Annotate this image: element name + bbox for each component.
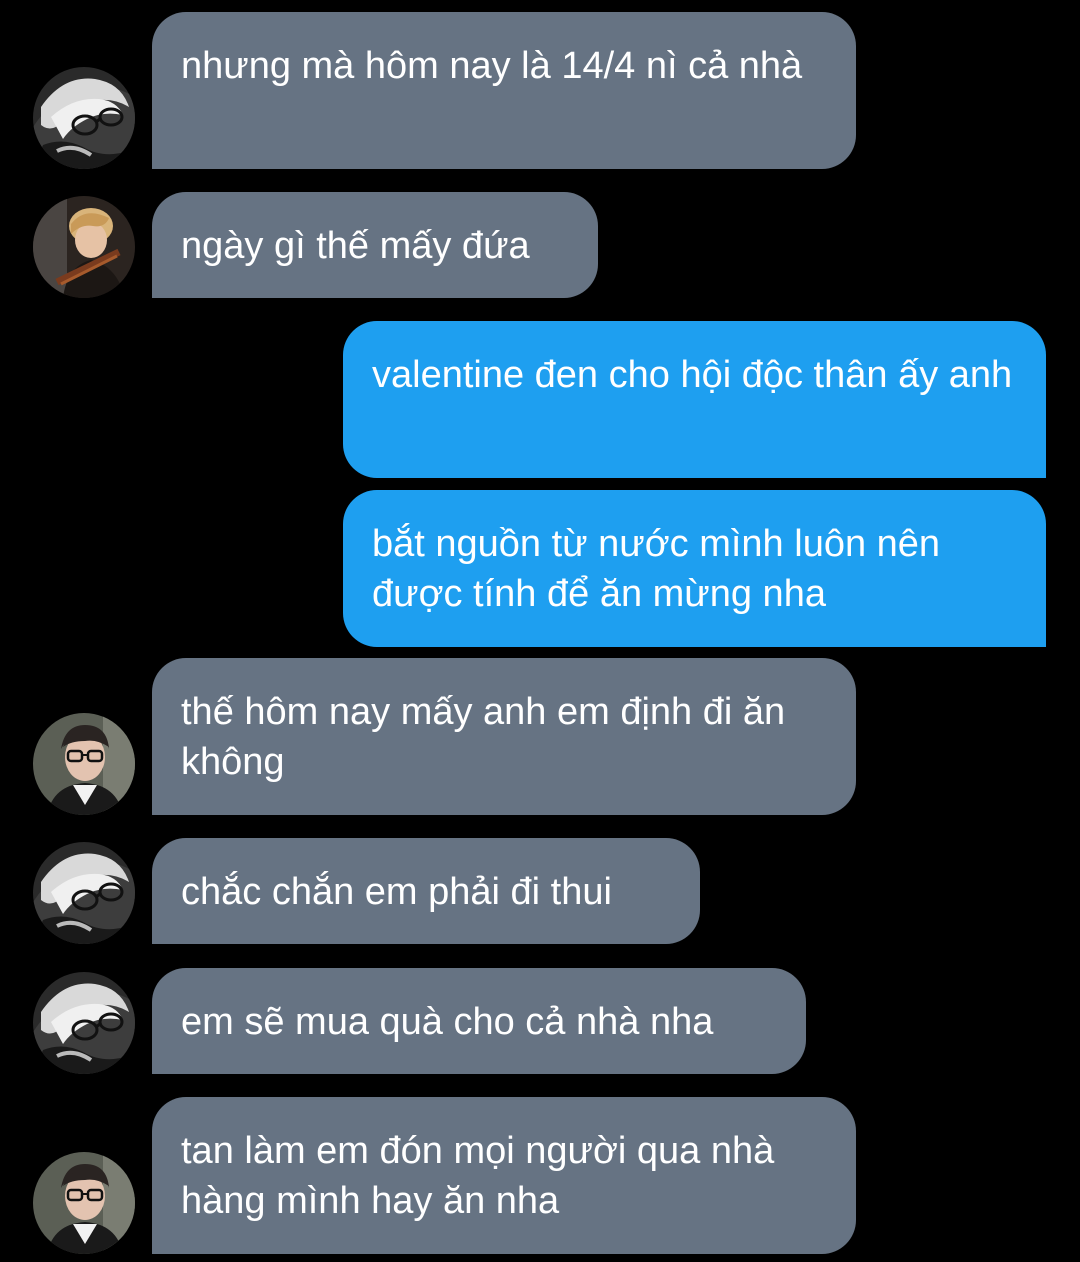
incoming-message-bubble[interactable]: nhưng mà hôm nay là 14/4 nì cả nhà [152,12,856,169]
incoming-message-bubble[interactable]: chắc chắn em phải đi thui [152,838,700,944]
person-bw-glasses-avatar[interactable] [33,842,135,944]
person-bw-glasses-avatar[interactable] [33,67,135,169]
outgoing-message-bubble[interactable]: bắt nguồn từ nước mình luôn nên được tín… [343,490,1046,647]
incoming-message-bubble[interactable]: em sẽ mua quà cho cả nhà nha [152,968,806,1074]
person-bw-glasses-avatar[interactable] [33,972,135,1074]
incoming-message-bubble[interactable]: ngày gì thế mấy đứa [152,192,598,298]
outgoing-message-bubble[interactable]: valentine đen cho hội độc thân ấy anh [343,321,1046,478]
message-text: nhưng mà hôm nay là 14/4 nì cả nhà [181,45,803,87]
incoming-message-bubble[interactable]: tan làm em đón mọi người qua nhà hàng mì… [152,1097,856,1254]
message-text: em sẽ mua quà cho cả nhà nha [181,1001,714,1043]
message-text: valentine đen cho hội độc thân ấy anh [372,354,1013,396]
incoming-message-bubble[interactable]: thế hôm nay mấy anh em định đi ăn không [152,658,856,815]
message-text: bắt nguồn từ nước mình luôn nên được tín… [372,523,941,615]
person-blonde-violin-avatar[interactable] [33,196,135,298]
person-glasses-avatar[interactable] [33,713,135,815]
person-glasses-avatar[interactable] [33,1152,135,1254]
message-text: tan làm em đón mọi người qua nhà hàng mì… [181,1130,775,1222]
message-text: chắc chắn em phải đi thui [181,871,612,913]
message-text: ngày gì thế mấy đứa [181,225,530,267]
chat-thread: nhưng mà hôm nay là 14/4 nì cả nhà ngày … [0,0,1080,1262]
message-text: thế hôm nay mấy anh em định đi ăn không [181,691,786,783]
